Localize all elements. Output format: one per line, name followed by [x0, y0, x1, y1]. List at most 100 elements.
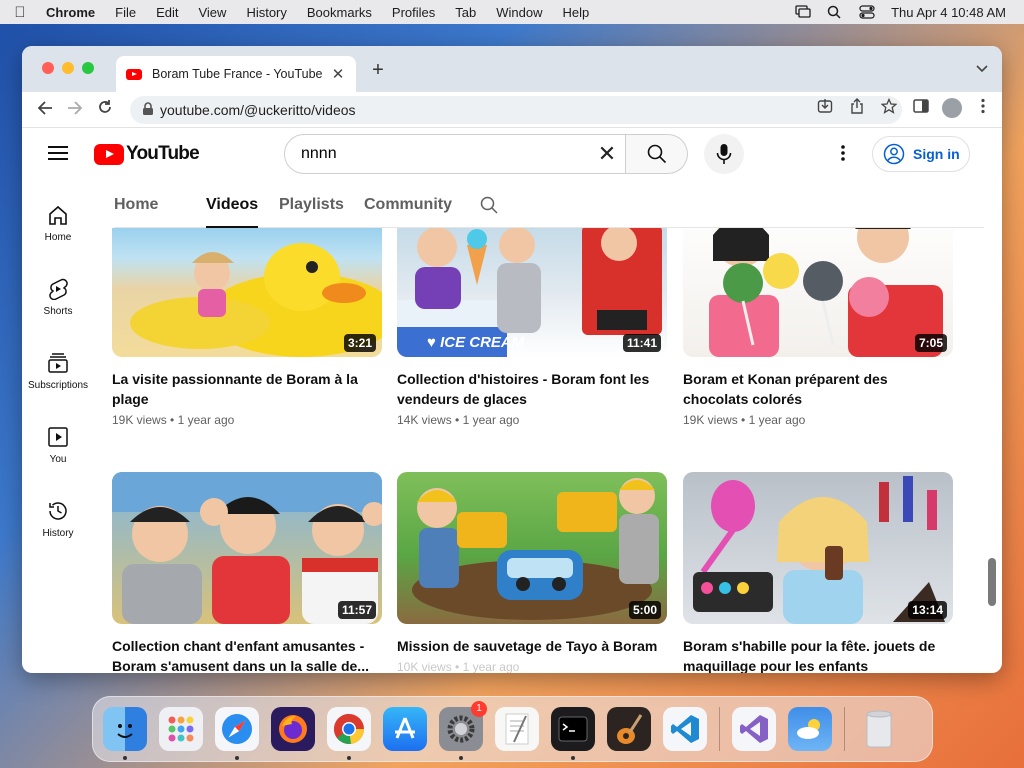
- macos-dock: 1: [92, 696, 933, 762]
- chrome-window: Boram Tube France - YouTube ✕ + youtube.…: [22, 46, 1002, 673]
- voice-search-button[interactable]: [704, 134, 744, 174]
- running-indicator: [571, 756, 575, 760]
- running-indicator: [347, 756, 351, 760]
- search-icon: [647, 144, 666, 164]
- settings-kebab-icon[interactable]: [836, 144, 850, 167]
- menu-file[interactable]: File: [105, 5, 146, 20]
- trash-icon[interactable]: [857, 707, 901, 751]
- window-close-button[interactable]: [42, 62, 54, 74]
- screen-mirroring-icon[interactable]: [795, 5, 811, 19]
- tab-playlists[interactable]: Playlists: [279, 196, 344, 214]
- finder-icon[interactable]: [103, 707, 147, 760]
- video-age: 1 year ago: [462, 660, 520, 673]
- search-input[interactable]: [301, 145, 589, 163]
- channel-tabs: Home Videos Playlists Community: [114, 180, 984, 228]
- meta-separator: •: [741, 413, 746, 427]
- menu-help[interactable]: Help: [553, 5, 600, 20]
- spotlight-search-icon[interactable]: [827, 5, 843, 19]
- chrome-menu-kebab-icon[interactable]: [972, 98, 994, 118]
- video-title[interactable]: Boram s'habille pour la fête. jouets de …: [683, 636, 953, 673]
- chrome-icon[interactable]: [327, 707, 371, 760]
- video-thumbnail[interactable]: 3:21: [112, 228, 382, 357]
- apple-menu-icon[interactable]: : [0, 4, 40, 21]
- tab-community[interactable]: Community: [364, 196, 452, 214]
- menu-edit[interactable]: Edit: [146, 5, 188, 20]
- page-scrollbar[interactable]: [988, 558, 996, 606]
- tab-close-icon[interactable]: ✕: [330, 65, 346, 83]
- launchpad-icon[interactable]: [159, 707, 203, 751]
- menu-history[interactable]: History: [236, 5, 296, 20]
- vscode-icon[interactable]: [663, 707, 707, 751]
- profile-avatar-icon[interactable]: [942, 98, 962, 118]
- install-app-icon[interactable]: [814, 98, 836, 118]
- weather-icon[interactable]: [788, 707, 832, 751]
- terminal-icon[interactable]: [551, 707, 595, 760]
- notification-badge: 1: [471, 701, 487, 717]
- firefox-icon[interactable]: [271, 707, 315, 751]
- video-card[interactable]: 7:05 Boram et Konan préparent des chocol…: [683, 228, 953, 427]
- video-thumbnail[interactable]: ♥ ICE CREAM 11:41: [397, 228, 667, 357]
- dock-separator: [844, 707, 845, 751]
- youtube-logo-text: YouTube: [126, 143, 200, 164]
- window-minimize-button[interactable]: [62, 62, 74, 74]
- menu-app-name[interactable]: Chrome: [40, 5, 105, 20]
- textedit-icon[interactable]: [495, 707, 539, 751]
- video-duration: 5:00: [628, 601, 661, 619]
- safari-icon[interactable]: [215, 707, 259, 760]
- tab-title: Boram Tube France - YouTube: [152, 67, 323, 81]
- youtube-logo[interactable]: YouTube: [94, 143, 200, 165]
- back-arrow-icon[interactable]: [30, 100, 60, 120]
- video-card[interactable]: 13:14 Boram s'habille pour la fête. joue…: [683, 472, 953, 673]
- video-card[interactable]: 11:57 Collection chant d'enfant amusante…: [112, 472, 382, 673]
- search-button[interactable]: [626, 134, 688, 174]
- menu-bookmarks[interactable]: Bookmarks: [297, 5, 382, 20]
- sign-in-button[interactable]: Sign in: [872, 136, 970, 172]
- video-views: 19K views: [683, 413, 738, 427]
- address-bar[interactable]: youtube.com/@uckeritto/videos: [130, 96, 902, 124]
- tab-search-chevron-icon[interactable]: [976, 62, 988, 76]
- tab-videos[interactable]: Videos: [206, 196, 259, 228]
- menu-profiles[interactable]: Profiles: [382, 5, 445, 20]
- video-title[interactable]: Boram et Konan préparent des chocolats c…: [683, 369, 953, 409]
- meta-separator: •: [455, 413, 460, 427]
- menu-tab[interactable]: Tab: [445, 5, 486, 20]
- video-thumbnail[interactable]: 7:05: [683, 228, 953, 357]
- browser-tab-active[interactable]: Boram Tube France - YouTube ✕: [116, 56, 356, 92]
- garageband-icon[interactable]: [607, 707, 651, 751]
- app-store-icon[interactable]: [383, 707, 427, 751]
- video-grid: 3:21 La visite passionnante de Boram à l…: [22, 228, 1002, 673]
- video-card[interactable]: 3:21 La visite passionnante de Boram à l…: [112, 228, 382, 427]
- site-info-icon[interactable]: [142, 101, 160, 119]
- video-card[interactable]: ♥ ICE CREAM 11:41 Collection d'histoires…: [397, 228, 667, 427]
- share-icon[interactable]: [846, 98, 868, 118]
- tab-home[interactable]: Home: [114, 196, 158, 214]
- sign-in-label: Sign in: [913, 146, 960, 162]
- video-title[interactable]: Collection d'histoires - Boram font les …: [397, 369, 667, 409]
- window-zoom-button[interactable]: [82, 62, 94, 74]
- clear-search-icon[interactable]: ✕: [589, 141, 625, 167]
- menu-bar-clock[interactable]: Thu Apr 4 10:48 AM: [891, 5, 1006, 20]
- video-card[interactable]: 5:00 Mission de sauvetage de Tayo à Bora…: [397, 472, 667, 673]
- reload-icon[interactable]: [90, 99, 120, 120]
- menu-window[interactable]: Window: [486, 5, 552, 20]
- video-title[interactable]: La visite passionnante de Boram à la pla…: [112, 369, 382, 409]
- hamburger-menu-icon[interactable]: [48, 146, 68, 160]
- video-views: 14K views: [397, 413, 452, 427]
- forward-arrow-icon[interactable]: [60, 100, 90, 120]
- menu-view[interactable]: View: [188, 5, 236, 20]
- video-thumbnail[interactable]: 11:57: [112, 472, 382, 624]
- channel-search-icon[interactable]: [480, 196, 498, 219]
- video-duration: 3:21: [343, 334, 376, 352]
- microphone-icon: [716, 144, 732, 164]
- visual-studio-icon[interactable]: [732, 707, 776, 751]
- new-tab-button[interactable]: +: [368, 59, 388, 82]
- video-duration: 7:05: [914, 334, 947, 352]
- video-thumbnail[interactable]: 5:00: [397, 472, 667, 624]
- video-title[interactable]: Collection chant d'enfant amusantes - Bo…: [112, 636, 382, 673]
- control-center-icon[interactable]: [859, 5, 875, 19]
- side-panel-icon[interactable]: [910, 99, 932, 117]
- video-thumbnail[interactable]: 13:14: [683, 472, 953, 624]
- system-settings-icon[interactable]: 1: [439, 701, 487, 760]
- video-meta: 10K views • 1 year ago: [397, 660, 667, 673]
- bookmark-star-icon[interactable]: [878, 97, 900, 118]
